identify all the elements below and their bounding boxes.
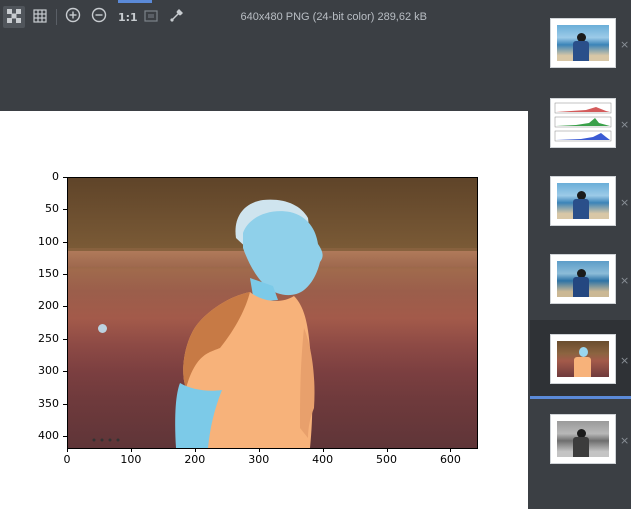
y-tick-mark [63, 435, 67, 437]
y-tick-label: 400 [38, 428, 59, 442]
thumbnail-item[interactable]: × [530, 88, 631, 166]
zoom-out-button[interactable] [88, 6, 110, 28]
grayscale-photo-preview [557, 421, 609, 457]
selected-thumbnail-indicator [530, 396, 631, 399]
thumbnail-inverted-photo[interactable] [550, 334, 616, 384]
y-tick-mark [63, 209, 67, 211]
y-tick-mark [63, 274, 67, 276]
y-tick-mark [63, 177, 67, 178]
close-icon[interactable]: × [620, 118, 629, 131]
color-picker-button[interactable] [166, 6, 188, 28]
y-tick-mark [63, 241, 67, 243]
y-tick-label: 250 [38, 331, 59, 345]
image-canvas[interactable]: 0 50 100 150 200 250 300 350 400 0 100 200 300 400 50… [0, 111, 528, 509]
thumbnail-item[interactable]: × [530, 244, 631, 322]
thumbnail-histogram-plot[interactable] [550, 98, 616, 148]
thumbnail-item[interactable]: × [530, 8, 631, 86]
x-tick-mark [450, 448, 452, 452]
eyedropper-icon [169, 7, 185, 27]
close-icon[interactable]: × [620, 274, 629, 287]
x-tick-mark [322, 448, 324, 452]
thumbnail-photo-original[interactable] [550, 18, 616, 68]
x-tick-label: 300 [248, 453, 270, 466]
inverted-photo-preview [557, 341, 609, 377]
zoom-out-icon [91, 7, 107, 27]
y-tick-label: 50 [45, 202, 59, 216]
x-tick-mark [194, 448, 196, 452]
beach-photo-preview [557, 183, 609, 219]
thumbnail-photo-variant-2[interactable] [550, 254, 616, 304]
close-icon[interactable]: × [620, 38, 629, 51]
x-tick-label: 500 [376, 453, 398, 466]
thumbnail-item[interactable]: × [530, 166, 631, 244]
y-tick-label: 350 [38, 396, 59, 410]
fit-zoom-button[interactable] [140, 6, 162, 28]
thumbnail-panel: × × × × × × [530, 0, 631, 509]
beach-photo-preview [557, 25, 609, 61]
x-tick-mark [258, 448, 260, 452]
x-tick-mark [67, 448, 68, 452]
inverted-photo-plot [67, 177, 478, 449]
y-tick-mark [63, 338, 67, 340]
fit-window-icon [144, 8, 158, 27]
image-info-text: 640x480 PNG (24-bit color) 289,62 kB [240, 11, 428, 23]
thumbnail-item-selected[interactable]: × [530, 320, 631, 398]
y-tick-label: 0 [52, 170, 59, 183]
actual-size-button[interactable]: 1:1 [118, 11, 138, 24]
beach-photo-preview [557, 261, 609, 297]
x-tick-label: 100 [120, 453, 142, 466]
thumbnail-item[interactable]: × [530, 404, 631, 482]
zoom-in-button[interactable] [62, 6, 84, 28]
zoom-in-icon [65, 7, 81, 27]
grid-button[interactable] [29, 6, 51, 28]
x-tick-label: 400 [312, 453, 334, 466]
thumbnail-photo-variant-1[interactable] [550, 176, 616, 226]
histogram-preview [554, 102, 612, 142]
chessboard-icon [7, 8, 21, 27]
toolbar-active-indicator [118, 0, 152, 3]
image-toolbar: 1:1 640x480 PNG (24-bit color) 289,62 kB [0, 0, 530, 36]
grid-icon [33, 8, 47, 27]
y-tick-label: 150 [38, 267, 59, 281]
y-tick-label: 200 [38, 299, 59, 313]
y-tick-mark [63, 403, 67, 405]
person-silhouette [92, 199, 323, 448]
y-tick-mark [63, 306, 67, 308]
x-tick-mark [386, 448, 388, 452]
close-icon[interactable]: × [620, 434, 629, 447]
x-tick-label: 600 [439, 453, 461, 466]
toolbar-separator [56, 9, 57, 25]
y-tick-label: 300 [38, 364, 59, 378]
close-icon[interactable]: × [620, 354, 629, 367]
thumbnail-grayscale-photo[interactable] [550, 414, 616, 464]
y-tick-mark [63, 371, 67, 373]
close-icon[interactable]: × [620, 196, 629, 209]
x-tick-label: 200 [184, 453, 206, 466]
x-tick-label: 0 [63, 453, 71, 466]
chessboard-background-button[interactable] [3, 6, 25, 28]
y-tick-label: 100 [38, 234, 59, 248]
x-tick-mark [130, 448, 132, 452]
